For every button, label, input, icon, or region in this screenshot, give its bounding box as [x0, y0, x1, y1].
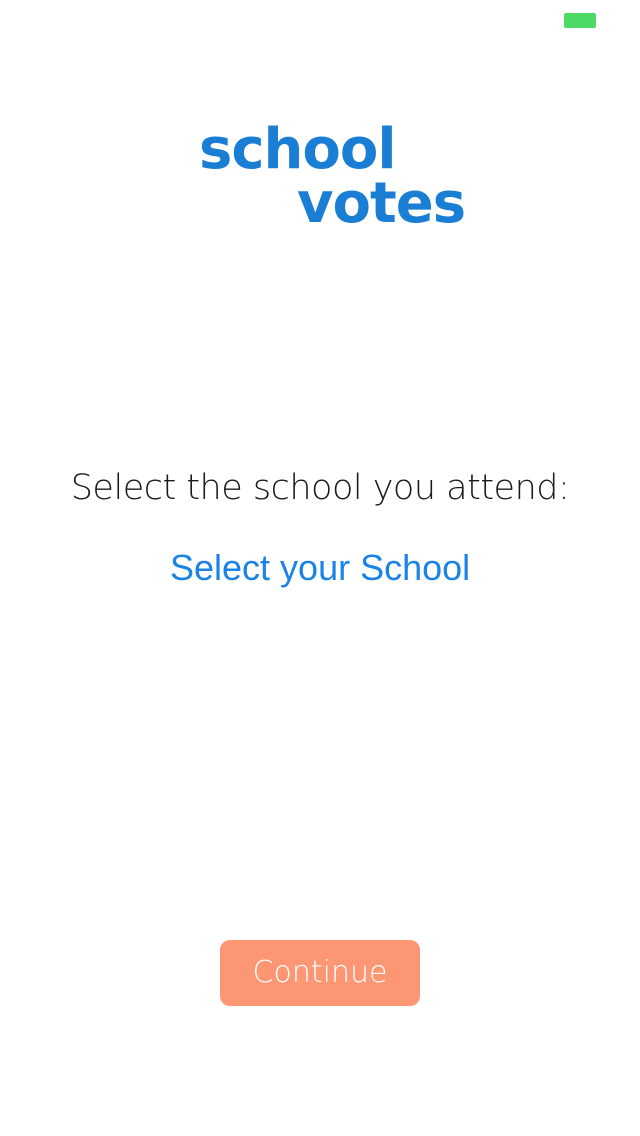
- app-logo: school votes: [0, 0, 640, 260]
- continue-button[interactable]: Continue: [220, 940, 420, 1006]
- logo-line-votes: votes: [297, 171, 466, 236]
- school-prompt-text: Select the school you attend:: [70, 468, 570, 508]
- logo-line-school: school: [199, 117, 397, 182]
- select-school-link[interactable]: Select your School: [170, 544, 470, 592]
